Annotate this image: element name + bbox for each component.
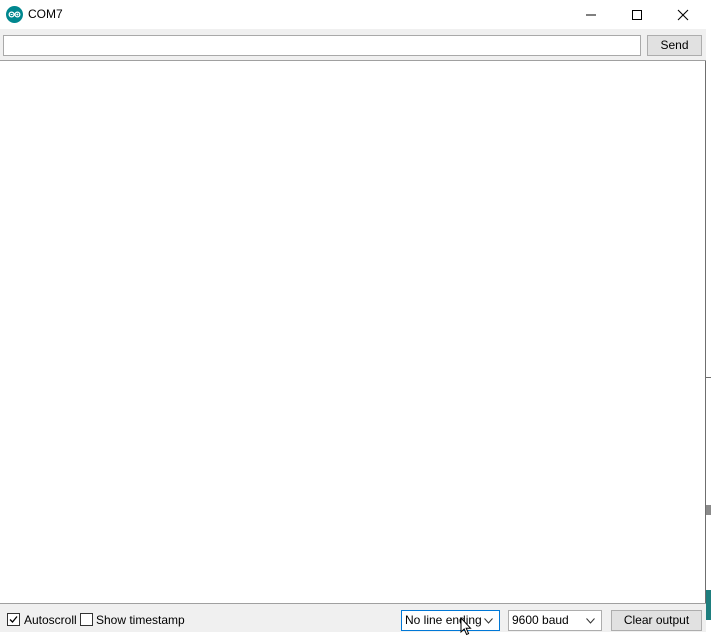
chevron-down-icon — [484, 618, 493, 624]
autoscroll-label[interactable]: Autoscroll — [24, 613, 77, 627]
background-window-detail — [706, 377, 711, 378]
maximize-icon — [632, 10, 642, 20]
clear-output-button[interactable]: Clear output — [611, 610, 702, 631]
close-button[interactable] — [660, 0, 706, 29]
window-title: COM7 — [28, 7, 63, 21]
background-window-detail — [706, 505, 711, 515]
background-window-detail — [706, 590, 711, 620]
send-button[interactable]: Send — [647, 35, 702, 56]
status-bar: Autoscroll Show timestamp No line ending… — [0, 603, 706, 632]
send-toolbar: Send — [0, 29, 706, 61]
baud-rate-value: 9600 baud — [512, 613, 569, 627]
minimize-button[interactable] — [568, 0, 614, 29]
close-icon — [677, 9, 689, 21]
autoscroll-checkbox[interactable] — [7, 613, 20, 626]
arduino-logo-icon — [6, 6, 23, 23]
minimize-icon — [586, 14, 596, 16]
serial-output-area[interactable] — [0, 62, 705, 603]
background-window-edge — [706, 0, 711, 638]
background-strip — [0, 632, 711, 638]
show-timestamp-label[interactable]: Show timestamp — [96, 613, 185, 627]
serial-monitor-window: COM7 Send Autoscroll Show timestamp No l… — [0, 0, 706, 632]
baud-rate-select[interactable]: 9600 baud — [508, 610, 602, 631]
send-input[interactable] — [3, 35, 641, 56]
show-timestamp-checkbox[interactable] — [80, 613, 93, 626]
checkmark-icon — [9, 616, 18, 623]
chevron-down-icon — [586, 618, 595, 624]
mouse-pointer-icon — [460, 617, 472, 636]
title-bar[interactable]: COM7 — [0, 0, 706, 29]
maximize-button[interactable] — [614, 0, 660, 29]
line-ending-select[interactable]: No line ending — [401, 610, 500, 631]
